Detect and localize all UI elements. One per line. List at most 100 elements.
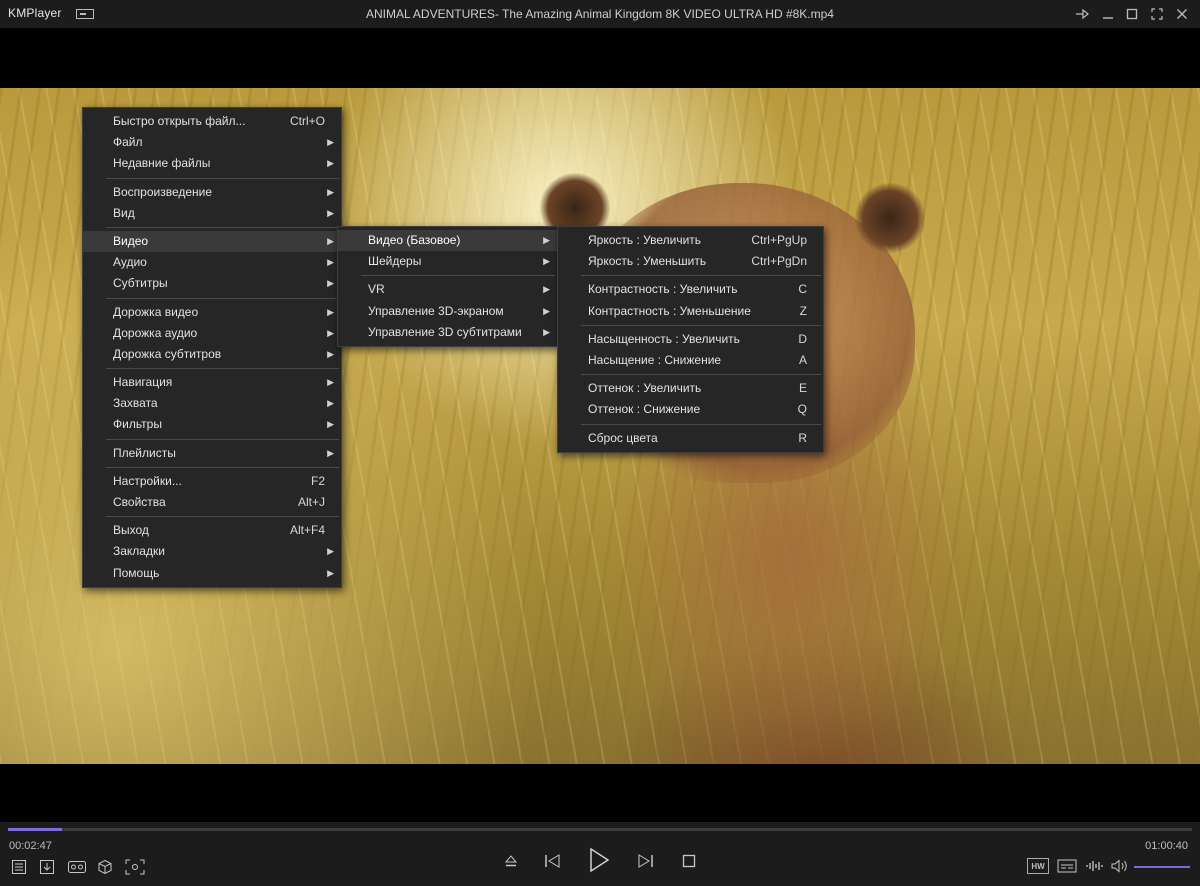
main-menu-item[interactable]: Закладки ▶ [83,541,341,562]
main-menu-item[interactable]: Субтитры ▶ [83,273,341,294]
subtitles-icon[interactable] [1056,858,1078,874]
submenu-arrow-icon: ▶ [327,158,334,169]
main-menu-item[interactable]: Файл ▶ [83,132,341,153]
submenu-arrow-icon: ▶ [327,257,334,268]
menu-item-shortcut: Ctrl+PgUp [751,233,807,247]
menu-separator [581,374,821,376]
menu-item-label: Файл [113,135,143,150]
menu-item-label: Оттенок : Увеличить [588,381,702,396]
equalizer-icon[interactable] [1084,858,1106,874]
video-basic-submenu: Яркость : Увеличить Ctrl+PgUp Яркость : Ум… [557,226,824,453]
submenu-arrow-icon: ▶ [327,567,334,578]
basic-video-menu-item[interactable]: Сброс цвета R [558,428,823,449]
stop-icon[interactable] [678,850,700,872]
submenu-arrow-icon: ▶ [327,235,334,246]
volume-icon[interactable] [1110,858,1130,874]
menu-item-label: Дорожка субтитров [113,346,222,361]
main-menu-item[interactable]: Помощь ▶ [83,563,341,584]
main-menu-item[interactable]: Фильтры ▶ [83,414,341,435]
main-menu-item[interactable]: Видео ▶ [83,230,341,253]
play-icon[interactable] [585,846,613,874]
main-menu-item[interactable]: Дорожка аудио ▶ [83,323,341,344]
seek-bar[interactable] [8,828,1192,831]
pin-icon[interactable] [1072,4,1092,24]
next-icon[interactable] [634,850,656,872]
menu-item-shortcut: A [798,352,807,367]
main-menu-item[interactable]: Воспроизведение ▶ [83,182,341,203]
basic-video-menu-item[interactable]: Контрастность : Увеличить C [558,279,823,300]
menu-item-shortcut: E [798,381,807,396]
menu-separator [106,466,339,468]
main-menu-item[interactable]: Дорожка субтитров ▶ [83,344,341,365]
video-menu-item[interactable]: Видео (Базовое) ▶ [338,230,557,252]
menu-item-label: Видео [113,233,149,248]
basic-video-menu-item[interactable]: Насыщение : Снижение A [558,350,823,371]
mini-mode-icon[interactable] [76,9,94,19]
main-menu-item[interactable]: Недавние файлы ▶ [83,153,341,174]
menu-item-label: Фильтры [113,417,162,432]
video-menu-item[interactable]: Управление 3D субтитрами ▶ [338,322,557,343]
video-menu-item[interactable]: Шейдеры ▶ [338,251,557,272]
submenu-arrow-icon: ▶ [327,377,334,388]
submenu-arrow-icon: ▶ [327,186,334,197]
close-icon[interactable] [1172,4,1192,24]
menu-item-label: Шейдеры [368,254,422,269]
menu-item-label: Быстро открыть файл... [113,114,246,128]
main-menu-item[interactable]: Аудио ▶ [83,252,341,273]
app-logo[interactable]: KMPlayer [8,6,62,20]
menu-item-label: Управление 3D субтитрами [368,324,522,339]
menu-separator [106,438,339,440]
basic-video-menu-item[interactable]: Яркость : Уменьшить Ctrl+PgDn [558,251,823,272]
main-menu-item[interactable]: Выход Alt+F4 [83,520,341,541]
capture-icon[interactable] [124,858,146,876]
menu-item-label: Видео (Базовое) [368,233,461,247]
main-menu-item[interactable]: Свойства Alt+J [83,492,341,513]
download-icon[interactable] [38,858,56,876]
menu-separator [581,324,821,326]
main-menu-item[interactable]: Быстро открыть файл... Ctrl+O [83,111,341,132]
basic-video-menu-item[interactable]: Яркость : Увеличить Ctrl+PgUp [558,230,823,251]
menu-item-label: Навигация [113,375,173,390]
menu-item-label: Субтитры [113,276,168,291]
title-bar: KMPlayer ANIMAL ADVENTURES- The Amazing … [0,0,1200,28]
submenu-arrow-icon: ▶ [543,284,550,295]
3d-cube-icon[interactable] [96,858,114,876]
seek-progress [8,828,63,831]
main-menu-item[interactable]: Дорожка видео ▶ [83,302,341,323]
main-menu-item[interactable]: Настройки... F2 [83,471,341,492]
window-title: ANIMAL ADVENTURES- The Amazing Animal Ki… [366,7,834,21]
maximize-icon[interactable] [1122,4,1142,24]
volume-slider[interactable] [1134,866,1190,868]
volume-level [1134,866,1190,868]
main-menu-item[interactable]: Вид ▶ [83,203,341,224]
hw-decoder-badge[interactable]: HW [1027,858,1049,874]
minimize-icon[interactable] [1098,4,1118,24]
menu-item-label: Яркость : Увеличить [588,233,702,247]
menu-item-shortcut: F2 [310,473,325,488]
previous-icon[interactable] [542,850,564,872]
submenu-arrow-icon: ▶ [327,546,334,557]
eject-icon[interactable] [500,850,522,872]
basic-video-menu-item[interactable]: Контрастность : Уменьшение Z [558,301,823,322]
menu-separator [106,368,339,370]
playlist-icon[interactable] [10,858,28,876]
main-menu-item[interactable]: Захвата ▶ [83,393,341,414]
menu-item-label: Сброс цвета [588,430,658,445]
basic-video-menu-item[interactable]: Насыщенность : Увеличить D [558,329,823,350]
main-menu-item[interactable]: Навигация ▶ [83,372,341,393]
basic-video-menu-item[interactable]: Оттенок : Увеличить E [558,378,823,399]
menu-item-label: Выход [113,523,149,538]
main-menu-item[interactable]: Плейлисты ▶ [83,443,341,464]
menu-separator [581,275,821,277]
menu-separator [106,297,339,299]
menu-item-label: Захвата [113,396,158,411]
menu-item-shortcut: Alt+J [297,495,325,509]
fullscreen-icon[interactable] [1147,4,1167,24]
video-menu-item[interactable]: Управление 3D-экраном ▶ [338,301,557,322]
menu-item-shortcut: Z [799,303,807,318]
vr-icon[interactable] [66,858,88,876]
menu-item-shortcut: Ctrl+O [289,114,325,128]
video-menu-item[interactable]: VR ▶ [338,279,557,300]
control-bar: 00:02:47 01:00:40 HW [0,822,1200,886]
basic-video-menu-item[interactable]: Оттенок : Снижение Q [558,399,823,420]
